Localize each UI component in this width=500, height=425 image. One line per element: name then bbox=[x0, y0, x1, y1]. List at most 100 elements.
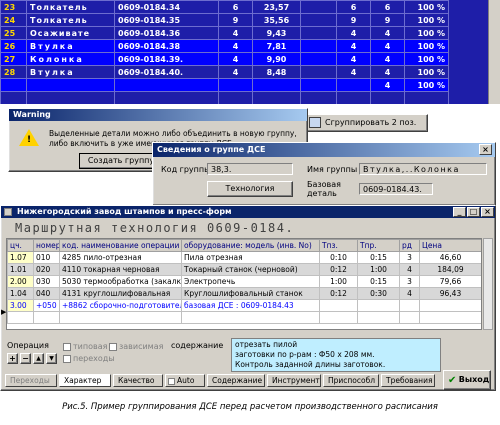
tab-transitions[interactable]: Переходы bbox=[5, 374, 57, 387]
operation-cell-rd: 3 bbox=[399, 275, 420, 288]
tab-quality[interactable]: Качество bbox=[113, 374, 163, 387]
table-cell-a: 4 bbox=[218, 52, 253, 66]
remove-operation-button[interactable]: − bbox=[20, 353, 31, 364]
tab-auto-label: Auto bbox=[177, 376, 195, 385]
base-part-label-1: Базовая bbox=[307, 180, 341, 189]
add-operation-button[interactable]: + bbox=[7, 353, 18, 364]
table-cell-code: 0609-0184.34 bbox=[114, 0, 219, 14]
table-row[interactable]: 24 Толкатель 0609-0184.35 9 35,56 9 9 100 % bbox=[0, 13, 449, 27]
tab-tools[interactable]: Инструмент bbox=[267, 374, 321, 387]
column-header[interactable]: рд bbox=[399, 239, 420, 252]
operation-row[interactable]: 1.01 020 4110 токарная черновая Токарный ст… bbox=[7, 263, 481, 276]
table-cell-d: 9 bbox=[370, 13, 405, 27]
operation-row[interactable]: 2.00 030 5030 термообработка (закалка) Элек… bbox=[7, 275, 481, 288]
content-text-area[interactable]: отрезать пилой заготовки по р-рам : Ф50 … bbox=[231, 338, 441, 372]
table-cell-code: 0609-0184.40. bbox=[114, 65, 219, 79]
table-cell-pct: 100 % bbox=[404, 78, 449, 92]
operation-cell-equip: Токарный станок (черновой) bbox=[181, 263, 320, 276]
operation-row[interactable]: 3.00+050+8862 сборочно-подготовительнаяб… bbox=[7, 299, 481, 312]
create-group-button[interactable]: Создать группу bbox=[79, 153, 163, 169]
operation-cell-empty bbox=[399, 311, 420, 324]
technology-button[interactable]: Технология bbox=[207, 181, 293, 197]
minimize-icon[interactable]: _ bbox=[453, 207, 466, 217]
parts-table: 23 Толкатель 0609-0184.34 6 23,57 6 6 100 % 24 То… bbox=[0, 0, 500, 104]
typical-checkbox[interactable]: типовая bbox=[63, 342, 107, 351]
table-cell-a: 6 bbox=[218, 0, 253, 14]
operation-row[interactable]: 1.04 040 4131 круглошлифовальная Круглошлиф… bbox=[7, 287, 481, 300]
table-row[interactable]: 25 Осаживате 0609-0184.36 4 9,43 4 4 100 % bbox=[0, 26, 449, 40]
column-header[interactable]: Тпз. bbox=[319, 239, 358, 252]
operation-cell-tpz bbox=[319, 299, 358, 312]
table-cell-code: 0609-0184.38 bbox=[114, 39, 219, 53]
operation-cell-rd bbox=[399, 299, 420, 312]
group-code-field[interactable]: 38,3. bbox=[207, 163, 293, 175]
base-part-field[interactable]: 0609-0184.43. bbox=[359, 183, 433, 195]
column-header[interactable]: Цена bbox=[419, 239, 481, 252]
table-row[interactable]: 4 100 % bbox=[0, 78, 449, 92]
operation-cell-num: 030 bbox=[33, 275, 60, 288]
table-cell-c: 4 bbox=[336, 26, 371, 40]
maximize-icon[interactable]: □ bbox=[467, 207, 480, 217]
table-cell-a: 4 bbox=[218, 26, 253, 40]
technology-window: Нижегородский завод штампов и пресс-форм… bbox=[0, 205, 496, 391]
table-cell-name: Толкатель bbox=[26, 0, 115, 14]
route-heading: Маршрутная технология 0609-0184. bbox=[15, 221, 295, 235]
operation-row-empty[interactable] bbox=[7, 311, 481, 324]
grid-scrollbar[interactable] bbox=[483, 238, 493, 330]
tab-strip: Переходы Характер Качество Auto Содержан… bbox=[5, 374, 435, 388]
tab-fixtures[interactable]: Приспособл bbox=[323, 374, 379, 387]
group-info-window: Сведения о группе ДСЕ × Код группы 38,3.… bbox=[152, 142, 496, 206]
column-header[interactable]: Тпр. bbox=[357, 239, 400, 252]
operation-cell-num: +050 bbox=[33, 299, 60, 312]
table-cell-pct: 100 % bbox=[404, 13, 449, 27]
dependent-checkbox[interactable]: зависимая bbox=[109, 342, 163, 351]
tab-content[interactable]: Содержание bbox=[207, 374, 265, 387]
table-cell-num: 24 bbox=[0, 13, 27, 27]
content-line-2: заготовки по р-рам : Ф50 х 208 мм. bbox=[235, 350, 375, 359]
exit-button-label: Выход bbox=[458, 375, 490, 384]
operation-cell-price bbox=[419, 299, 481, 312]
tab-character[interactable]: Характер bbox=[59, 374, 111, 387]
operation-cell-tpr: 0:30 bbox=[357, 287, 400, 300]
tab-auto[interactable]: Auto bbox=[165, 374, 205, 387]
table-cell-d bbox=[370, 91, 405, 104]
table-row[interactable] bbox=[0, 91, 449, 104]
transitions-checkbox[interactable]: переходы bbox=[63, 354, 115, 363]
column-header[interactable]: код. наименование операции bbox=[59, 239, 182, 252]
column-header[interactable]: номер bbox=[33, 239, 60, 252]
table-cell-b bbox=[252, 78, 301, 92]
table-row[interactable]: 28 Втулка 0609-0184.40. 4 8,48 4 4 100 % bbox=[0, 65, 449, 79]
table-row[interactable]: 23 Толкатель 0609-0184.34 6 23,57 6 6 100 % bbox=[0, 0, 449, 14]
table-cell-b: 35,56 bbox=[252, 13, 301, 27]
close-icon[interactable]: × bbox=[481, 207, 494, 217]
table-row[interactable]: 27 Колонка 0609-0184.39. 4 9,90 4 4 100 % bbox=[0, 52, 449, 66]
table-cell-name bbox=[26, 91, 115, 104]
table-cell-b bbox=[252, 91, 301, 104]
table-cell-pct: 100 % bbox=[404, 39, 449, 53]
column-header[interactable]: цч. bbox=[7, 239, 34, 252]
operation-cell-equip: Электропечь bbox=[181, 275, 320, 288]
tab-requirements[interactable]: Требования bbox=[381, 374, 435, 387]
table-cell-empty bbox=[300, 91, 337, 104]
table-scrollbar[interactable] bbox=[488, 0, 500, 104]
operation-cell-num: 040 bbox=[33, 287, 60, 300]
table-row[interactable]: 26 Втулка 0609-0184.38 4 7,81 4 4 100 % bbox=[0, 39, 449, 53]
table-cell-d: 4 bbox=[370, 26, 405, 40]
operation-cell-tpz: 0:12 bbox=[319, 287, 358, 300]
operation-row[interactable]: 1.07 010 4285 пило-отрезная Пила отрезная 0:… bbox=[7, 251, 481, 264]
group-name-field[interactable]: Втулка,..Колонка bbox=[359, 163, 487, 175]
table-cell-empty bbox=[300, 39, 337, 53]
operation-cell-price: 96,43 bbox=[419, 287, 481, 300]
close-icon[interactable]: × bbox=[479, 144, 492, 155]
group-parts-button[interactable]: Сгруппировать 2 поз. bbox=[304, 114, 428, 132]
move-down-button[interactable]: ▼ bbox=[46, 353, 57, 364]
column-header[interactable]: оборудование: модель (инв. No) bbox=[181, 239, 320, 252]
exit-button[interactable]: ✔ Выход bbox=[443, 370, 491, 390]
table-cell-d: 6 bbox=[370, 0, 405, 14]
table-cell-num bbox=[0, 78, 27, 92]
group-name-label: Имя группы bbox=[307, 165, 358, 174]
table-cell-code: 0609-0184.36 bbox=[114, 26, 219, 40]
move-up-button[interactable]: ▲ bbox=[33, 353, 44, 364]
table-cell-name bbox=[26, 78, 115, 92]
table-cell-c: 6 bbox=[336, 0, 371, 14]
